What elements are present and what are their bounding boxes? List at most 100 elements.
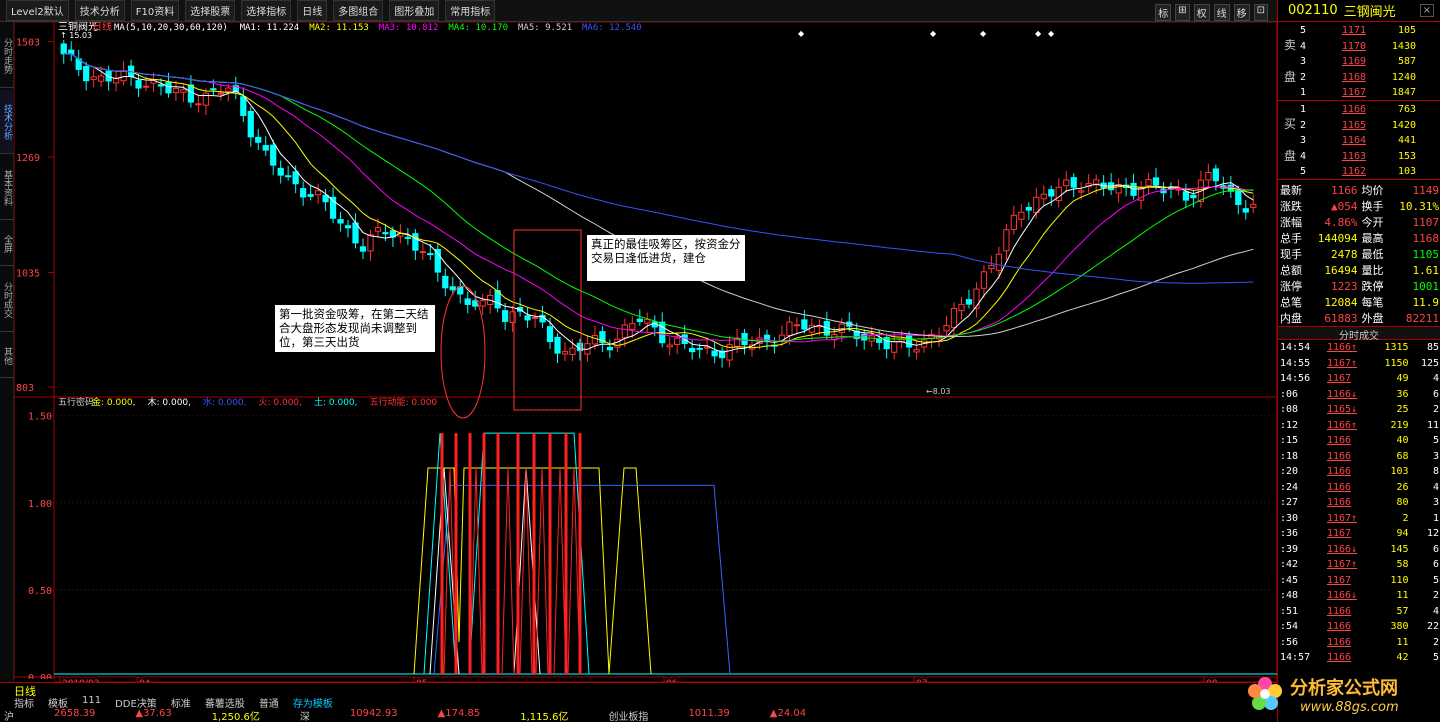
candle-body [262, 145, 269, 151]
close-icon[interactable]: × [1419, 4, 1434, 17]
candle-body [1242, 208, 1249, 213]
trade-row: :39 1166↓ 145 6 [1278, 542, 1440, 558]
event-marker: ◆ [980, 29, 987, 38]
candle-body [1205, 171, 1212, 181]
stats-row: 涨跌 ▲054 换手 10.31% [1278, 198, 1440, 214]
buy-row[interactable]: 4 1163 153 [1298, 149, 1418, 165]
low-marker: ←8.03 [926, 387, 951, 396]
annotation-best-zone: 真正的最佳吸筹区，按资金分交易日逢低进货，建仓 [587, 235, 745, 281]
buy-row[interactable]: 5 1162 103 [1298, 164, 1418, 180]
indicator-tick-label: 0.50 [28, 586, 52, 597]
sell-row[interactable]: 1 1167 1847 [1298, 85, 1418, 101]
chart-tool-button[interactable]: 权 [1193, 4, 1210, 21]
menu-item[interactable]: 日线 [297, 0, 328, 21]
indicator-legend-item: 金: 0.000, [92, 396, 136, 408]
trade-row: :27 1166 80 3 [1278, 495, 1440, 511]
bottom-bar: 指标 模板 111 DDE决策 标准 蕃薯选股 普通 存为模板 沪 2658.39 ▲37.63 1… [0, 682, 1277, 722]
candle-body [90, 76, 97, 81]
menu-item[interactable]: 选择股票 [185, 0, 236, 21]
nav-tab[interactable]: 分时走势 [0, 24, 14, 88]
candle-body [524, 315, 531, 321]
trade-time: :36 [1280, 528, 1299, 540]
sell-row[interactable]: 3 1169 587 [1298, 54, 1418, 70]
menu-item[interactable]: 多图组合 [333, 0, 384, 21]
trade-count: 6 [1432, 543, 1439, 555]
sell-book: 卖盘 5 1171 105 4 1170 1430 3 1169 587 2 1168 1240 1 116… [1278, 22, 1440, 101]
status-item: 深 [299, 712, 310, 722]
stat-key: 最高 [1361, 232, 1384, 245]
trade-count: 8 [1432, 466, 1439, 478]
trades-header[interactable]: 分时成交 [1278, 326, 1440, 342]
price: 1162 [1341, 166, 1366, 178]
nav-tab[interactable]: 其他 [0, 334, 14, 378]
candle-body [793, 324, 801, 327]
candle-body [314, 190, 322, 196]
status-item: 创业板指 [608, 712, 649, 722]
candle-body [359, 246, 367, 252]
trade-count: 2 [1432, 590, 1439, 602]
stat-key: 涨停 [1280, 280, 1302, 293]
stats-grid: 最新 1166 均价 1149 涨跌 ▲054 换手 10.31% 涨幅 4.86% 今开 1107 总… [1278, 182, 1440, 326]
trade-price: 1167↑ [1326, 559, 1358, 571]
candle-body [606, 346, 613, 351]
trade-count: 5 [1432, 652, 1439, 664]
menu-item[interactable]: 技术分析 [74, 0, 125, 21]
chart-tool-button[interactable]: 移 [1233, 4, 1250, 21]
nav-tab[interactable]: 全屏 [0, 222, 14, 266]
menu-item[interactable]: 图形叠加 [389, 0, 440, 21]
kline-chart[interactable]: 1503126910358031.501.000.500.00三铜阀光日线↑ 1… [14, 22, 1277, 682]
price-tick-label: 1269 [16, 153, 40, 164]
sell-row[interactable]: 4 1170 1430 [1298, 39, 1418, 55]
buy-book: 买盘 1 1166 763 2 1165 1420 3 1164 441 4 1163 153 5 1162… [1278, 101, 1440, 180]
nav-tab[interactable]: 技术分析 [0, 90, 14, 154]
candle-body [187, 84, 195, 103]
ma-legend-item: MA3: 10.812 [379, 23, 439, 33]
menu-item[interactable]: 选择指标 [241, 0, 292, 21]
trade-volume: 219 [1390, 419, 1409, 431]
chart-tool-button[interactable]: ⊞ [1175, 4, 1190, 21]
trade-price: 1167 [1326, 373, 1352, 385]
left-nav: 分时走势技术分析基本资料全屏分时成交其他 [0, 22, 14, 682]
candle-body [322, 194, 329, 203]
candle-body [988, 264, 995, 270]
candle-body [1048, 189, 1055, 197]
stats-row: 总手 144094 最高 1168 [1278, 230, 1440, 246]
buy-row[interactable]: 3 1164 441 [1298, 133, 1418, 149]
candle-body [292, 171, 299, 185]
buy-row[interactable]: 2 1165 1420 [1298, 118, 1418, 134]
menu-item[interactable]: F10资料 [130, 0, 180, 21]
chart-tool-button[interactable]: 标 [1155, 4, 1172, 21]
nav-tab[interactable]: 基本资料 [0, 156, 14, 220]
trade-price: 1166 [1326, 435, 1352, 447]
chart-tool-button[interactable]: ⊡ [1253, 4, 1268, 21]
volume: 441 [1397, 135, 1416, 147]
menu-item[interactable]: 常用指标 [445, 0, 496, 21]
trade-volume: 80 [1396, 497, 1409, 509]
menu-item[interactable]: Level2默认 [6, 0, 69, 21]
chart-tool-button[interactable]: 线 [1213, 4, 1230, 21]
trade-row: :51 1166 57 4 [1278, 604, 1440, 620]
candle-body [891, 341, 898, 353]
indicator-legend-item: 五行动能: 0.000 [370, 396, 438, 408]
period-label: 日线 [92, 22, 112, 33]
volume: 153 [1397, 150, 1416, 162]
candle-body [1152, 177, 1160, 186]
order-book: 卖盘 5 1171 105 4 1170 1430 3 1169 587 2 1168 1240 1 116… [1278, 22, 1440, 180]
candle-body [60, 43, 67, 55]
candle-body [1145, 179, 1152, 187]
candle-body [1040, 193, 1047, 200]
candle-body [666, 344, 673, 348]
sell-row[interactable]: 2 1168 1240 [1298, 70, 1418, 86]
stat-value: 11.9 [1412, 295, 1440, 309]
sell-row[interactable]: 5 1171 105 [1298, 23, 1418, 39]
period-tab[interactable]: 日线 [14, 683, 36, 699]
trade-price: 1166↑ [1326, 419, 1358, 431]
trade-time: :56 [1280, 636, 1299, 648]
nav-tab[interactable]: 分时成交 [0, 268, 14, 332]
level: 1 [1300, 104, 1307, 116]
price: 1167 [1341, 87, 1366, 99]
trade-volume: 40 [1396, 435, 1409, 447]
buy-row[interactable]: 1 1166 763 [1298, 102, 1418, 118]
trade-count: 22 [1426, 621, 1439, 633]
candle-body [591, 335, 599, 345]
